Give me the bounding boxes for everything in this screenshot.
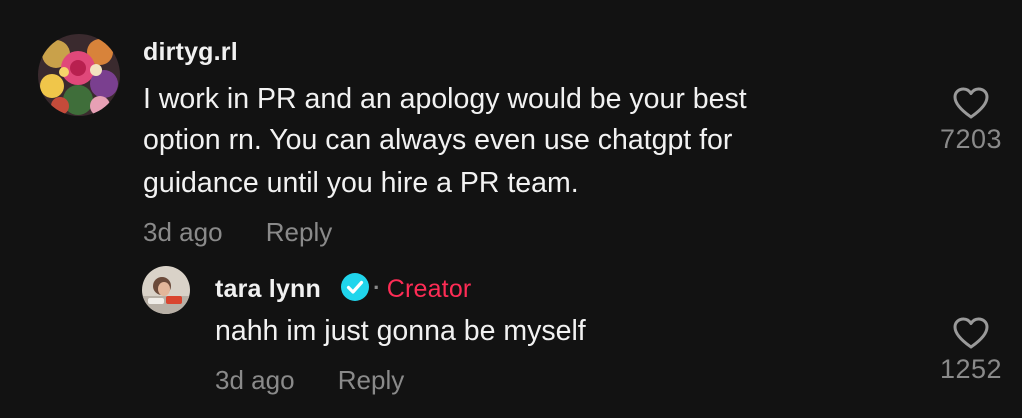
comment-like[interactable]: 7203 [926, 86, 1016, 155]
comment-like-count: 7203 [939, 124, 1003, 154]
comment-timestamp: 3d ago [143, 217, 223, 247]
separator-dot: · [373, 275, 381, 300]
heart-icon[interactable] [952, 86, 990, 120]
creator-badge: Creator [386, 275, 472, 303]
comment-meta: 3d ago Reply [143, 217, 332, 248]
reply-username-row: tara lynn · Creator [215, 272, 471, 304]
reply-timestamp: 3d ago [215, 365, 295, 395]
reply-reply-button[interactable]: Reply [338, 365, 404, 396]
reply-text: nahh im just gonna be myself [215, 315, 586, 347]
reply-like[interactable]: 1252 [926, 316, 1016, 385]
commenter-username[interactable]: dirtyg.rl [143, 38, 238, 67]
reply-avatar[interactable] [142, 266, 190, 314]
comment-reply-button[interactable]: Reply [266, 217, 332, 248]
flower-bouquet-avatar-image [38, 34, 120, 116]
comment-text-line-1: I work in PR and an apology would be you… [143, 83, 747, 115]
comment-text-line-3: guidance until you hire a PR team. [143, 167, 579, 199]
comment-text-line-2: option rn. You can always even use chatg… [143, 124, 733, 156]
reply-like-count: 1252 [939, 354, 1003, 384]
reply-meta: 3d ago Reply [215, 365, 404, 396]
user-photo-avatar-image [142, 266, 190, 314]
commenter-avatar[interactable] [38, 34, 120, 116]
heart-icon[interactable] [952, 316, 990, 350]
verified-check-icon [341, 273, 370, 301]
reply-username[interactable]: tara lynn [215, 275, 321, 303]
